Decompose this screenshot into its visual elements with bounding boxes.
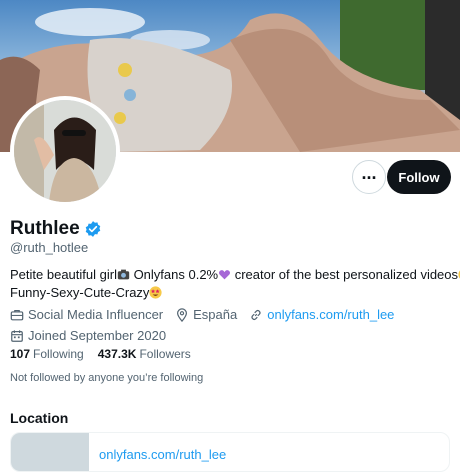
followers-stat[interactable]: 437.3K Followers bbox=[98, 347, 191, 361]
profile-joined: Joined September 2020 bbox=[10, 328, 166, 344]
bio-text: Onlyfans 0.2% bbox=[129, 267, 219, 282]
followers-count: 437.3K bbox=[97, 347, 137, 361]
briefcase-icon bbox=[10, 310, 24, 321]
camera-emoji-icon bbox=[117, 269, 130, 280]
verified-badge-icon[interactable] bbox=[84, 220, 102, 238]
profile-joined-text: Joined September 2020 bbox=[28, 328, 167, 343]
following-count: 107 bbox=[10, 347, 31, 361]
bio-line-2: Funny-Sexy-Cute-Crazy bbox=[10, 284, 455, 302]
bio-line-1: Petite beautiful girl Onlyfans 0.2% crea… bbox=[10, 266, 460, 284]
profile-meta: Social Media Influencer España onlyfans.… bbox=[10, 307, 406, 349]
bio-text: Funny-Sexy-Cute-Crazy bbox=[10, 285, 150, 300]
profile-website[interactable]: onlyfans.com/ruth_lee bbox=[249, 307, 394, 323]
profile-name-row: Ruthlee bbox=[10, 218, 102, 240]
bio-text: Petite beautiful girl bbox=[10, 267, 117, 282]
profile-website-link[interactable]: onlyfans.com/ruth_lee bbox=[267, 307, 394, 323]
following-stat[interactable]: 107 Following bbox=[10, 347, 84, 361]
profile-handle: @ruth_hotlee bbox=[10, 240, 89, 255]
location-section-title: Location bbox=[10, 410, 69, 426]
location-card[interactable]: onlyfans.com/ruth_lee bbox=[10, 432, 450, 472]
profile-name: Ruthlee bbox=[10, 218, 80, 239]
profile-location: España bbox=[175, 307, 237, 323]
profile-avatar[interactable] bbox=[10, 96, 120, 206]
profile-category-text: Social Media Influencer bbox=[28, 307, 164, 322]
link-icon bbox=[251, 310, 261, 320]
location-pin-icon bbox=[177, 308, 188, 322]
location-card-link[interactable]: onlyfans.com/ruth_lee bbox=[99, 447, 226, 471]
following-label: Following bbox=[33, 347, 84, 361]
bio-text: creator of the best personalized videos bbox=[231, 267, 459, 282]
followers-label: Followers bbox=[139, 347, 191, 361]
purple-heart-emoji-icon bbox=[219, 270, 231, 280]
star-struck-emoji-icon bbox=[149, 286, 163, 299]
avatar-image bbox=[14, 100, 116, 202]
more-dots-icon: ... bbox=[361, 163, 377, 183]
profile-category: Social Media Influencer bbox=[10, 307, 163, 323]
follow-button[interactable]: Follow bbox=[387, 160, 451, 194]
location-card-thumbnail bbox=[11, 433, 89, 471]
profile-meta-row-1: Social Media Influencer España onlyfans.… bbox=[10, 307, 406, 323]
more-options-button[interactable]: ... bbox=[352, 160, 386, 194]
follow-button-label: Follow bbox=[398, 169, 440, 185]
profile-stats: 107 Following 437.3K Followers bbox=[10, 347, 191, 361]
not-followed-notice: Not followed by anyone you’re following bbox=[10, 372, 204, 384]
profile-meta-row-2: Joined September 2020 bbox=[10, 328, 406, 344]
calendar-icon bbox=[11, 330, 23, 342]
profile-location-text: España bbox=[193, 307, 238, 322]
profile-bio: Petite beautiful girl Onlyfans 0.2% crea… bbox=[10, 266, 460, 302]
